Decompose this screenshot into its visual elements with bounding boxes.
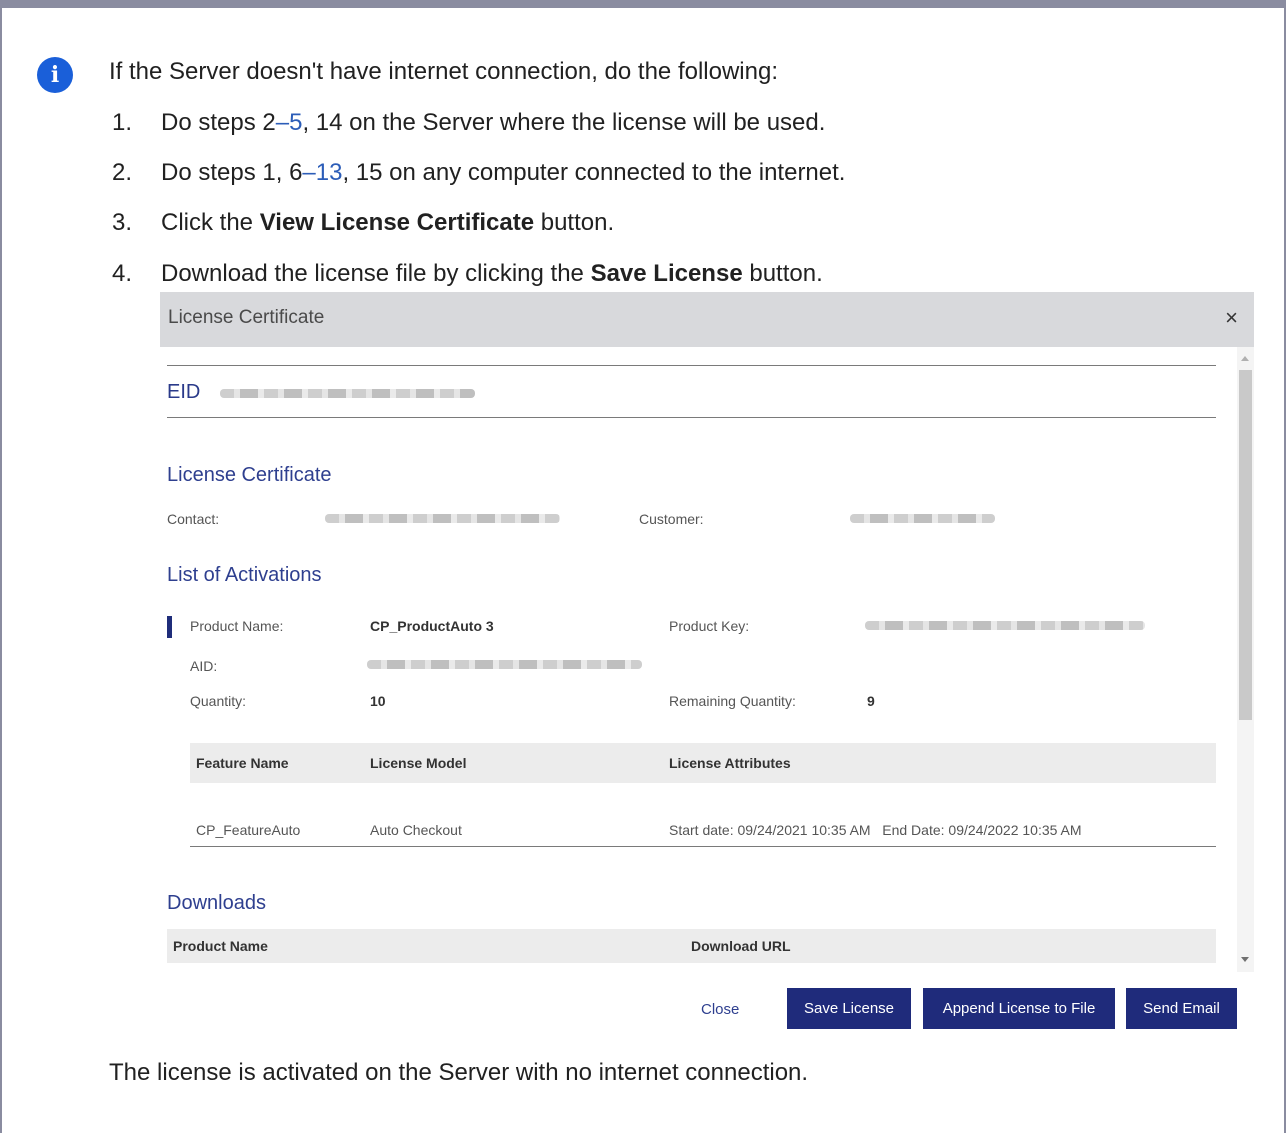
product-key-value-redacted [865,621,1145,630]
step-link[interactable]: –13 [302,159,342,186]
divider [167,417,1216,418]
close-icon[interactable]: × [1225,305,1238,331]
section-downloads: Downloads [167,892,266,914]
column-header: Download URL [691,938,791,954]
step-text: , 15 on any computer connected to the in… [342,159,846,186]
license-model-cell: Auto Checkout [370,822,462,838]
intro-text: If the Server doesn't have internet conn… [109,58,778,85]
aid-value-redacted [367,660,642,669]
step-3: 3. Click the View License Certificate but… [112,207,614,239]
step-bold-text: View License Certificate [259,209,535,236]
feature-name-cell: CP_FeatureAuto [196,822,301,838]
step-number: 3. [112,209,133,236]
step-number: 1. [112,109,133,136]
step-text: button. [534,209,615,236]
product-name-label: Product Name: [190,618,284,634]
column-header: License Attributes [669,755,791,771]
customer-label: Customer: [639,511,704,527]
table-row-divider [190,846,1216,847]
eid-label: EID [167,381,201,403]
customer-value-redacted [850,514,995,523]
step-number: 4. [112,260,133,287]
step-link[interactable]: –5 [276,109,303,136]
remaining-quantity-value: 9 [867,693,875,709]
quantity-value: 10 [370,693,386,709]
quantity-label: Quantity: [190,693,247,709]
license-attributes-cell: Start date: 09/24/2021 10:35 AM End Date… [669,822,1082,838]
step-text: Click the [161,209,260,236]
step-text: Do steps 1, 6 [161,159,303,186]
downloads-table-header: Product Name Download URL [167,929,1216,963]
section-license-certificate: License Certificate [167,464,332,486]
outro-text: The license is activated on the Server w… [109,1059,809,1086]
product-key-label: Product Key: [669,618,750,634]
feature-table-header: Feature Name License Model License Attri… [190,743,1216,783]
step-number: 2. [112,159,133,186]
eid-value-redacted [220,389,475,398]
dialog-title: License Certificate [168,307,325,328]
section-list-of-activations: List of Activations [167,564,322,586]
column-header: Feature Name [196,755,289,771]
step-text: Do steps 2 [161,109,276,136]
step-text: Download the license file by clicking th… [161,260,591,287]
remaining-quantity-label: Remaining Quantity: [669,693,796,709]
step-bold-text: Save License [590,260,743,287]
step-1: 1. Do steps 2–5, 14 on the Server where t… [112,107,825,139]
info-icon: i [37,57,73,93]
dialog-scrollbar[interactable] [1237,347,1254,972]
scrollbar-thumb[interactable] [1239,370,1252,720]
step-text: button. [742,260,823,287]
scroll-up-arrow-icon[interactable] [1241,356,1249,361]
close-button[interactable]: Close [701,1001,739,1018]
step-4: 4. Download the license file by clicking … [112,258,823,290]
step-2: 2. Do steps 1, 6–13, 15 on any computer c… [112,157,845,189]
append-license-button[interactable]: Append License to File [923,988,1115,1029]
contact-label: Contact: [167,511,220,527]
step-text: , 14 on the Server where the license wil… [302,109,826,136]
product-name-value: CP_ProductAuto 3 [370,618,494,634]
contact-value-redacted [325,514,560,523]
send-email-button[interactable]: Send Email [1126,988,1237,1029]
activation-marker [167,616,172,638]
scroll-down-arrow-icon[interactable] [1241,957,1249,962]
dialog-header: License Certificate × [160,292,1254,347]
save-license-button[interactable]: Save License [787,988,911,1029]
column-header: License Model [370,755,467,771]
license-certificate-dialog: License Certificate × EID License Certif… [160,292,1254,1029]
aid-label: AID: [190,658,218,674]
column-header: Product Name [173,938,268,954]
divider [167,365,1216,366]
